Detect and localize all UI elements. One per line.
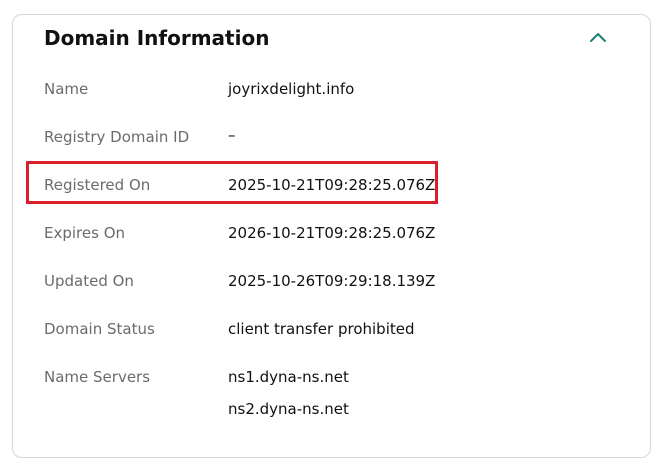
name-servers-label: Name Servers <box>44 368 151 386</box>
name-label: Name <box>44 80 89 98</box>
updated-on-value: 2025-10-26T09:29:18.139Z <box>228 272 436 290</box>
updated-on-label: Updated On <box>44 272 134 290</box>
name-server-2: ns2.dyna-ns.net <box>228 400 349 418</box>
name-value: joyrixdelight.info <box>228 80 355 98</box>
registry-domain-id-label: Registry Domain ID <box>44 128 190 146</box>
domain-status-value: client transfer prohibited <box>228 320 415 338</box>
registered-on-label: Registered On <box>44 176 151 194</box>
card-title: Domain Information <box>44 26 270 50</box>
name-server-1: ns1.dyna-ns.net <box>228 368 349 386</box>
expires-on-label: Expires On <box>44 224 126 242</box>
expires-on-value: 2026-10-21T09:28:25.076Z <box>228 224 436 242</box>
domain-status-label: Domain Status <box>44 320 155 338</box>
registered-on-value: 2025-10-21T09:28:25.076Z <box>228 176 436 194</box>
chevron-up-icon <box>589 31 607 46</box>
registry-domain-id-value: – <box>228 126 236 144</box>
collapse-button[interactable] <box>584 26 612 50</box>
